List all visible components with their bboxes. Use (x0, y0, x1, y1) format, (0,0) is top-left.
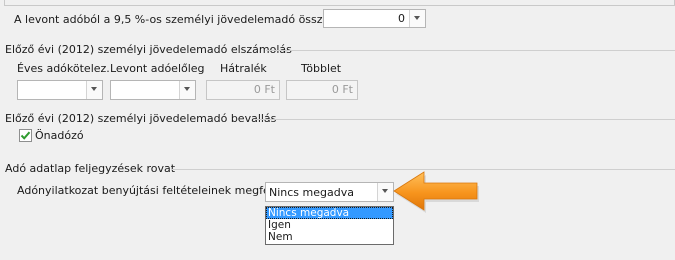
adonyilatkozat-dropdown-list: Nincs megadva Igen Nem (265, 206, 394, 245)
adonyilatkozat-combo[interactable]: Nincs megadva (265, 182, 394, 202)
arrow-left-icon (393, 171, 479, 213)
section-feljegyzesek-title: Adó adatlap feljegyzések rovat (5, 162, 176, 175)
onadozo-checkbox[interactable] (19, 129, 32, 142)
top-frame (4, 0, 675, 6)
levont-adoeloleg-combo[interactable] (110, 80, 196, 100)
tobblet-value: 0 Ft (331, 83, 353, 96)
levont-ado-label: A levont adóból a 9,5 %-os személyi jöve… (14, 13, 337, 26)
onadozo-label[interactable]: Önadózó (35, 129, 84, 142)
section-divider (266, 50, 675, 51)
tobblet-field: 0 Ft (286, 80, 358, 100)
section-divider (255, 119, 675, 120)
eves-adokotelez-combo[interactable] (17, 80, 103, 100)
chevron-down-icon (382, 189, 388, 193)
col-levont-adoeloleg: Levont adóelőleg (110, 62, 205, 75)
hatralek-value: 0 Ft (253, 83, 275, 96)
adonyilatkozat-selected: Nincs megadva (269, 186, 354, 199)
levont-ado-input[interactable]: 0 (323, 9, 426, 28)
hatralek-field: 0 Ft (206, 80, 280, 100)
section-elszamolas-title: Előző évi (2012) személyi jövedelemadó e… (5, 43, 292, 56)
chevron-down-icon (91, 87, 97, 91)
dropdown-option-igen[interactable]: Igen (266, 219, 393, 231)
levont-adoeloleg-dropdown-button[interactable] (179, 81, 195, 99)
col-hatralek: Hátralék (220, 62, 267, 75)
chevron-down-icon (414, 16, 420, 20)
chevron-down-icon (184, 87, 190, 91)
eves-adokotelez-dropdown-button[interactable] (86, 81, 102, 99)
section-bevallas-title: Előző évi (2012) személyi jövedelemadó b… (5, 112, 277, 125)
col-tobblet: Többlet (301, 62, 342, 75)
levont-ado-value: 0 (398, 12, 405, 25)
levont-ado-dropdown-button[interactable] (409, 10, 425, 27)
adonyilatkozat-label: Adónyilatkozat benyújtási feltételeinek … (17, 184, 283, 197)
col-eves-adokotelez: Éves adókötelez. (17, 62, 110, 75)
dropdown-option-nincs-megadva[interactable]: Nincs megadva (266, 207, 393, 219)
dropdown-option-nem[interactable]: Nem (266, 231, 393, 243)
checkmark-icon (20, 131, 31, 140)
